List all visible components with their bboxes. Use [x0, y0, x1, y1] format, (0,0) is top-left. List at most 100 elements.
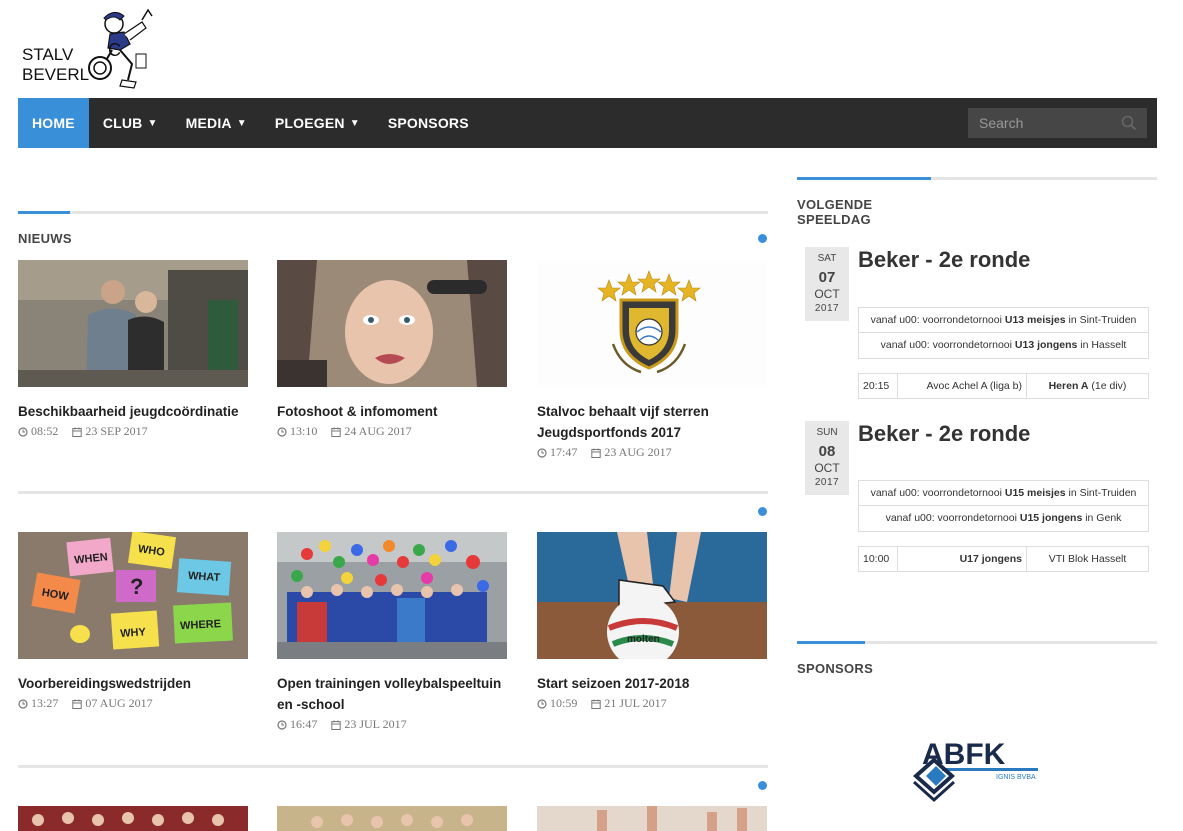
news-card[interactable]: Stalvoc behaalt vijf sterren Jeugdsportf… — [537, 260, 767, 460]
news-time: 10:59 — [550, 696, 578, 710]
shield-stars-icon — [537, 260, 767, 387]
nav-media[interactable]: MEDIA ▼ — [172, 98, 261, 148]
svg-text:BEVERL: BEVERL — [22, 65, 89, 84]
news-thumbnail[interactable] — [277, 806, 507, 831]
search-box — [968, 108, 1147, 138]
news-meta: 13:27 07 AUG 2017 — [18, 696, 248, 711]
game-row: 10:00 U17 jongens VTI Blok Hasselt — [858, 546, 1149, 572]
news-thumbnail[interactable]: WHEN WHO WHAT HOW ? WHY WHERE — [18, 532, 248, 659]
news-title[interactable]: Open trainingen volleybalspeeltuin en -s… — [277, 673, 507, 715]
sponsors-heading: SPONSORS — [797, 661, 874, 676]
news-time: 13:10 — [290, 424, 318, 438]
sticky-notes-icon: WHEN WHO WHAT HOW ? WHY WHERE — [18, 532, 248, 659]
news-time: 16:47 — [290, 717, 318, 731]
game-away-team: Heren A (1e div) — [1048, 380, 1127, 392]
svg-text:ABFK: ABFK — [922, 738, 1006, 771]
news-title[interactable]: Beschikbaarheid jeugdcoördinatie — [18, 401, 248, 422]
chevron-down-icon: ▼ — [147, 117, 158, 129]
news-date: 07 AUG 2017 — [85, 696, 153, 710]
svg-text:C: C — [108, 40, 121, 60]
news-thumbnail[interactable] — [18, 260, 248, 387]
game-time: 20:15 — [859, 374, 898, 398]
news-card[interactable] — [277, 806, 507, 831]
news-thumbnail[interactable] — [18, 806, 248, 831]
news-date: 23 JUL 2017 — [344, 717, 407, 731]
clock-icon — [277, 719, 287, 730]
calendar-icon — [591, 699, 602, 709]
news-card[interactable]: Beschikbaarheid jeugdcoördinatie 08:52 2… — [18, 260, 248, 439]
news-date: 24 AUG 2017 — [344, 424, 412, 438]
volleyball-shoe-icon: molten — [537, 532, 767, 659]
news-card[interactable] — [537, 806, 767, 831]
calendar-icon — [591, 448, 602, 458]
news-time: 08:52 — [31, 424, 59, 438]
nav-ploegen[interactable]: PLOEGEN ▼ — [261, 98, 374, 148]
news-card[interactable]: Fotoshoot & infomoment 13:10 24 AUG 2017 — [277, 260, 507, 439]
match-title: Beker - 2e ronde — [858, 247, 1031, 272]
tournament-list: vanaf u00: voorrondetornooi U15 meisjes … — [858, 480, 1149, 532]
main-nav: HOME CLUB ▼ MEDIA ▼ PLOEGEN ▼ SPONSORS — [18, 98, 1157, 148]
team-photo-icon — [277, 806, 507, 831]
nav-club[interactable]: CLUB ▼ — [89, 98, 172, 148]
row-divider — [18, 491, 768, 494]
game-home-team: Avoc Achel A (liga b) — [898, 374, 1027, 398]
tournament-row: vanaf u00: voorrondetornooi U15 jongens … — [885, 512, 1122, 524]
news-thumbnail[interactable]: molten — [537, 532, 767, 659]
news-thumbnail[interactable] — [277, 260, 507, 387]
news-thumbnail[interactable] — [537, 806, 767, 831]
news-meta: 08:52 23 SEP 2017 — [18, 424, 248, 439]
carousel-dot[interactable] — [758, 781, 767, 790]
news-title[interactable]: Fotoshoot & infomoment — [277, 401, 507, 422]
news-heading: NIEUWS — [18, 231, 72, 246]
news-title[interactable]: Stalvoc behaalt vijf sterren Jeugdsportf… — [537, 401, 767, 443]
nav-home[interactable]: HOME — [18, 98, 89, 148]
news-meta: 13:10 24 AUG 2017 — [277, 424, 507, 439]
nav-sponsors[interactable]: SPONSORS — [374, 98, 483, 148]
search-icon[interactable] — [1121, 115, 1137, 131]
news-card[interactable]: molten Start seizoen 2017-2018 10:59 21 … — [537, 532, 767, 711]
news-card[interactable]: WHEN WHO WHAT HOW ? WHY WHERE Voorbereid… — [18, 532, 248, 711]
news-time: 17:47 — [550, 445, 578, 459]
people-photo-icon — [18, 260, 248, 387]
svg-text:STALV: STALV — [22, 45, 74, 64]
site-logo[interactable]: STALV BEVERL C — [20, 4, 160, 96]
clock-icon — [18, 698, 28, 709]
news-meta: 16:47 23 JUL 2017 — [277, 717, 507, 732]
news-meta: 17:47 23 AUG 2017 — [537, 445, 767, 460]
hands-photo-icon — [537, 806, 767, 831]
game-home-team: U17 jongens — [898, 547, 1027, 571]
tournament-list: vanaf u00: voorrondetornooi U13 meisjes … — [858, 307, 1149, 359]
chevron-down-icon: ▼ — [349, 117, 360, 129]
search-input[interactable] — [968, 115, 1113, 131]
face-photo-icon — [277, 260, 507, 387]
carousel-dot[interactable] — [758, 507, 767, 516]
news-thumbnail[interactable] — [277, 532, 507, 659]
svg-text:molten: molten — [627, 634, 660, 645]
news-time: 13:27 — [31, 696, 59, 710]
logo-mascot-icon: STALV BEVERL C — [22, 8, 153, 89]
carousel-dot[interactable] — [758, 234, 767, 243]
calendar-icon — [72, 699, 83, 709]
team-photo-icon — [18, 806, 248, 831]
balloons-group-icon — [277, 532, 507, 659]
news-thumbnail[interactable] — [537, 260, 767, 387]
svg-text:IGNIS BVBA: IGNIS BVBA — [996, 774, 1036, 781]
news-card[interactable] — [18, 806, 248, 831]
news-date: 21 JUL 2017 — [604, 696, 667, 710]
news-card[interactable]: Open trainingen volleybalspeeltuin en -s… — [277, 532, 507, 732]
calendar-icon — [331, 427, 342, 437]
sponsor-logo-abfk[interactable]: ABFK IGNIS BVBA — [912, 738, 1042, 804]
match-title: Beker - 2e ronde — [858, 421, 1031, 446]
clock-icon — [537, 698, 547, 709]
game-row: 20:15 Avoc Achel A (liga b) Heren A (1e … — [858, 373, 1149, 399]
svg-text:?: ? — [130, 574, 143, 599]
game-time: 10:00 — [859, 547, 898, 571]
news-date: 23 SEP 2017 — [85, 424, 148, 438]
tournament-row: vanaf u00: voorrondetornooi U13 jongens … — [880, 339, 1127, 351]
news-title[interactable]: Voorbereidingswedstrijden — [18, 673, 248, 694]
news-title[interactable]: Start seizoen 2017-2018 — [537, 673, 767, 694]
date-badge: SAT 07 OCT 2017 — [805, 247, 849, 321]
game-away-team: VTI Blok Hasselt — [1048, 553, 1127, 565]
calendar-icon — [72, 427, 83, 437]
svg-text:WHERE: WHERE — [180, 618, 222, 632]
